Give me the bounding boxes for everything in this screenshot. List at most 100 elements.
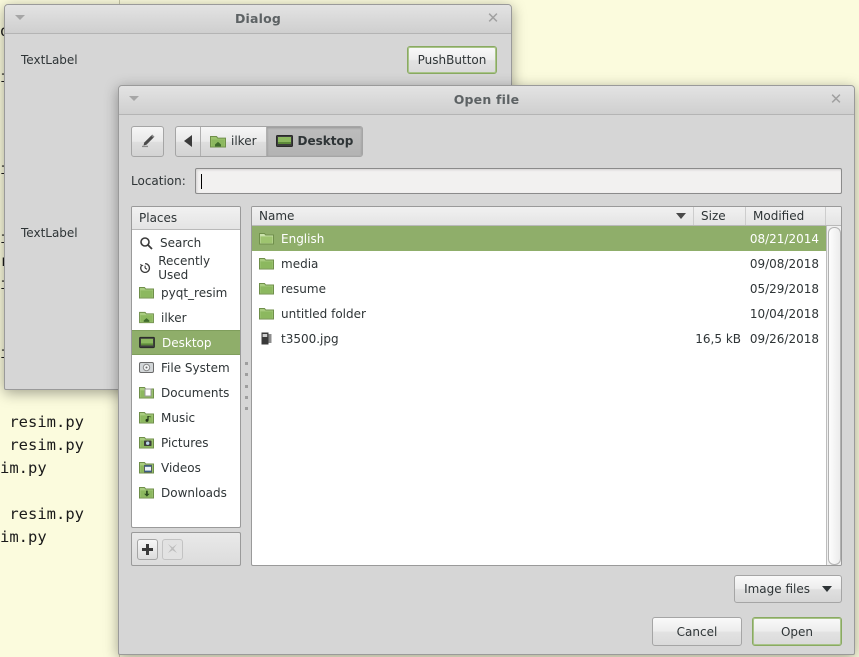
table-row[interactable]: English 08/21/2014 xyxy=(252,226,826,251)
downloads-folder-icon xyxy=(139,487,154,499)
filedialog-main: Places Search Recently Used pyqt_resim i… xyxy=(131,206,842,566)
desktop-icon xyxy=(275,135,293,147)
place-item-documents[interactable]: Documents xyxy=(132,380,240,405)
filedialog-toolbar: ilker Desktop xyxy=(131,125,842,157)
plus-icon[interactable] xyxy=(137,538,158,560)
splitter-grip xyxy=(244,362,248,410)
column-header-name[interactable]: Name xyxy=(252,207,694,225)
places-list: Places Search Recently Used pyqt_resim i… xyxy=(131,206,241,528)
location-input[interactable] xyxy=(194,168,842,194)
filedialog-titlebar: Open file ✕ xyxy=(119,86,854,115)
places-header: Places xyxy=(132,207,240,230)
breadcrumb-label: ilker xyxy=(231,134,257,148)
close-icon[interactable]: ✕ xyxy=(827,90,845,108)
dialog-text-label-top: TextLabel xyxy=(21,53,78,67)
place-label: File System xyxy=(161,360,230,375)
chevron-down-icon xyxy=(822,586,832,592)
place-item-file-system[interactable]: File System xyxy=(132,355,240,380)
table-row[interactable]: media 09/08/2018 xyxy=(252,251,826,276)
documents-folder-icon xyxy=(139,387,154,399)
file-list-body: English 08/21/2014 media 09/08/2018 resu… xyxy=(252,226,826,565)
file-modified: 08/21/2014 xyxy=(749,231,819,246)
close-icon[interactable]: ✕ xyxy=(484,9,502,27)
videos-folder-icon xyxy=(139,462,154,474)
search-icon xyxy=(140,236,153,250)
desktop-icon xyxy=(139,336,155,349)
dialog-action-buttons: Cancel Open xyxy=(131,617,842,646)
place-item-desktop[interactable]: Desktop xyxy=(132,330,240,355)
place-label: pyqt_resim xyxy=(161,285,228,300)
location-label: Location: xyxy=(131,174,186,188)
place-label: ilker xyxy=(161,310,187,325)
file-name: untitled folder xyxy=(281,306,366,321)
place-item-pictures[interactable]: Pictures xyxy=(132,430,240,455)
place-label: Music xyxy=(161,410,196,425)
column-header-modified[interactable]: Modified xyxy=(746,207,825,225)
folder-icon xyxy=(139,287,154,299)
file-name: resume xyxy=(281,281,326,296)
table-row[interactable]: untitled folder 10/04/2018 xyxy=(252,301,826,326)
folder-icon xyxy=(259,283,274,295)
cross-icon xyxy=(162,538,183,560)
column-header-size[interactable]: Size xyxy=(694,207,746,225)
header-scrollbar-spacer xyxy=(825,207,841,225)
open-file-dialog: Open file ✕ ilker Desktop Location: Plac… xyxy=(118,85,855,655)
place-item-pyqt-resim[interactable]: pyqt_resim xyxy=(132,280,240,305)
table-row[interactable]: t3500.jpg 16,5 kB 09/26/2018 xyxy=(252,326,826,351)
place-item-ilker[interactable]: ilker xyxy=(132,305,240,330)
filedialog-title: Open file xyxy=(453,92,520,107)
cancel-button[interactable]: Cancel xyxy=(652,617,742,646)
back-arrow-icon[interactable] xyxy=(176,126,201,156)
location-row: Location: xyxy=(131,168,842,194)
file-modified: 09/08/2018 xyxy=(749,256,819,271)
file-name: media xyxy=(281,256,319,271)
folder-icon xyxy=(259,233,274,245)
folder-icon xyxy=(259,308,274,320)
file-name: t3500.jpg xyxy=(281,331,339,346)
place-item-videos[interactable]: Videos xyxy=(132,455,240,480)
pencil-icon[interactable] xyxy=(131,125,164,157)
file-name: English xyxy=(281,231,325,246)
places-toolbar xyxy=(131,532,241,566)
file-modified: 09/26/2018 xyxy=(749,331,819,346)
dialog-titlebar: Dialog ✕ xyxy=(5,5,511,34)
filedialog-content: ilker Desktop Location: Places Search Re… xyxy=(119,115,854,655)
place-item-search[interactable]: Search xyxy=(132,230,240,255)
file-type-filter-value: Image files xyxy=(744,582,810,596)
pictures-folder-icon xyxy=(139,437,154,449)
scrollbar-thumb[interactable] xyxy=(827,227,841,565)
music-folder-icon xyxy=(139,412,154,424)
breadcrumb-item-ilker[interactable]: ilker xyxy=(201,126,267,156)
place-label: Downloads xyxy=(161,485,227,500)
panel-splitter[interactable] xyxy=(241,206,251,566)
place-item-downloads[interactable]: Downloads xyxy=(132,480,240,505)
file-list-scrollbar[interactable] xyxy=(826,226,841,565)
sort-descending-icon xyxy=(676,213,686,219)
places-panel: Places Search Recently Used pyqt_resim i… xyxy=(131,206,241,566)
file-type-filter[interactable]: Image files xyxy=(734,575,842,603)
file-modified: 10/04/2018 xyxy=(749,306,819,321)
history-icon xyxy=(139,262,151,273)
filter-row: Image files xyxy=(131,575,842,603)
breadcrumb-item-desktop[interactable]: Desktop xyxy=(266,126,363,156)
folder-icon xyxy=(259,258,274,270)
text-caret xyxy=(200,173,202,189)
dialog-title: Dialog xyxy=(234,11,282,26)
breadcrumb-label: Desktop xyxy=(297,134,354,148)
harddisk-icon xyxy=(139,362,154,373)
breadcrumb: ilker Desktop xyxy=(175,125,364,157)
place-label: Videos xyxy=(161,460,201,475)
place-label: Documents xyxy=(161,385,230,400)
file-list: Name Size Modified English 08/21/2014 me… xyxy=(251,206,842,566)
place-label: Desktop xyxy=(162,335,212,350)
place-label: Recently Used xyxy=(158,253,211,282)
image-file-icon xyxy=(261,332,272,345)
place-item-music[interactable]: Music xyxy=(132,405,240,430)
push-button[interactable]: PushButton xyxy=(407,46,497,74)
home-folder-icon xyxy=(210,136,226,148)
column-header-name-label: Name xyxy=(259,209,295,223)
home-folder-icon xyxy=(139,311,154,324)
place-item-recently-used[interactable]: Recently Used xyxy=(132,253,240,282)
open-button[interactable]: Open xyxy=(752,617,842,646)
table-row[interactable]: resume 05/29/2018 xyxy=(252,276,826,301)
